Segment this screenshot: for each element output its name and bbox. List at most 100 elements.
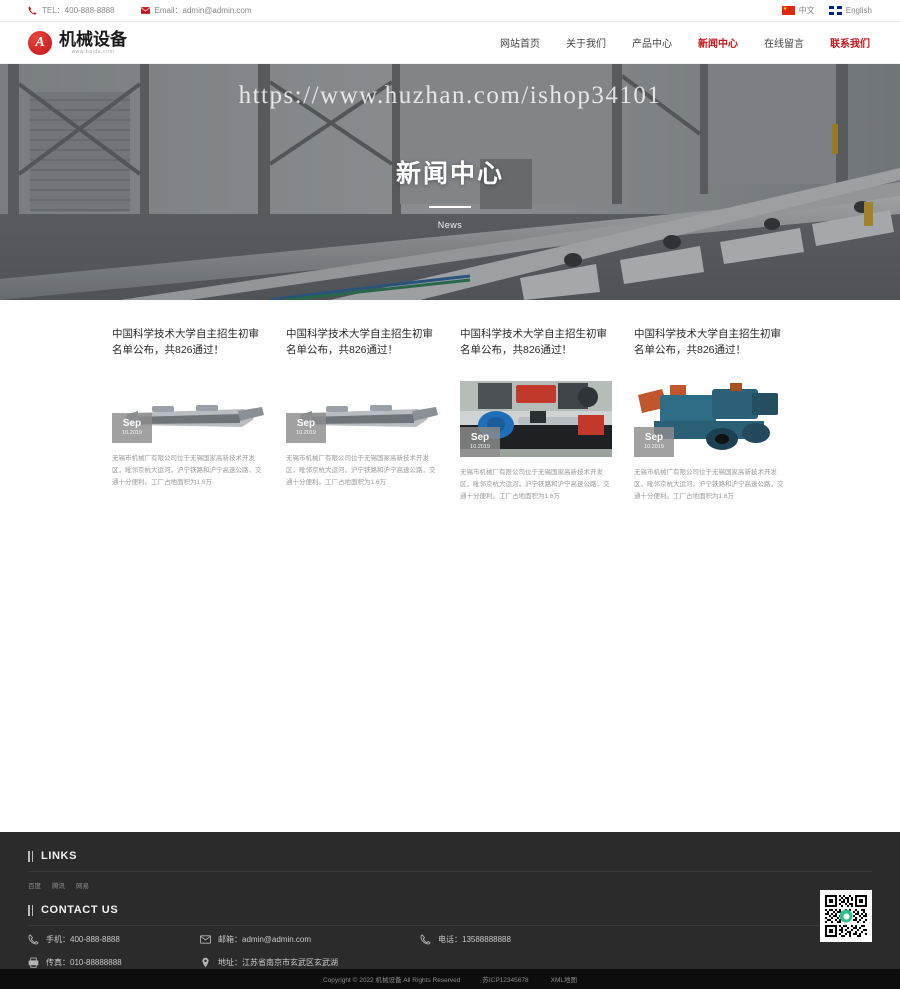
uk-flag-icon	[828, 6, 842, 15]
contact-address: 地址：江苏省南京市玄武区玄武湖	[200, 957, 420, 968]
news-card[interactable]: 中国科学技术大学自主招生初审名单公布，共826通过！ Sep 10.2019 无…	[286, 326, 438, 503]
top-bar: TEL：400-888-8888 Email：admin@admin.com 中…	[0, 0, 900, 22]
topbar-tel-text: TEL：400-888-8888	[42, 6, 115, 15]
footer-link-baidu[interactable]: 百度	[28, 880, 41, 890]
footer-divider	[28, 925, 872, 926]
china-flag-icon	[781, 5, 795, 15]
page-root: TEL：400-888-8888 Email：admin@admin.com 中…	[0, 0, 900, 989]
footer-links-heading-label: LINKS	[41, 850, 77, 862]
footer-contact-heading: CONTACT US	[28, 904, 872, 916]
location-icon	[200, 957, 211, 968]
nav-item-contact[interactable]: 联系我们	[828, 32, 872, 53]
nav-item-news[interactable]: 新闻中心	[696, 32, 740, 53]
heading-bars-icon	[28, 850, 34, 862]
logo-letter: A	[35, 34, 45, 50]
contact-fax-label: 传真：010-88888888	[46, 958, 122, 967]
news-description: 无锡市机械厂有限公司位于无锡国家高新技术开发区，毗邻京杭大运河，沪宁铁路和沪宁高…	[634, 468, 784, 500]
xml-sitemap-link[interactable]: XML地图	[551, 974, 577, 984]
hero-divider	[429, 206, 471, 208]
hero-text-block: 新闻中心 News	[0, 154, 900, 230]
footer-divider	[28, 871, 872, 872]
site-logo[interactable]: A 机械设备 www.baidu.com	[28, 30, 127, 55]
news-description: 无锡市机械厂有限公司位于无锡国家高新技术开发区，毗邻京杭大运河，沪宁铁路和沪宁高…	[112, 454, 262, 486]
contact-email-label: 邮箱：admin@admin.com	[218, 935, 312, 944]
site-header: A 机械设备 www.baidu.com 网站首页 关于我们 产品中心 新闻中心…	[0, 22, 900, 64]
lang-chinese-label: 中文	[798, 6, 815, 15]
news-title[interactable]: 中国科学技术大学自主招生初审名单公布，共826通过！	[634, 326, 786, 359]
news-list: 中国科学技术大学自主招生初审名单公布，共826通过！ Sep 10.2019 无…	[112, 326, 788, 503]
contact-telephone: 电话：13588888888	[420, 934, 872, 945]
footer-links-list: 百度 腾讯 网易	[28, 880, 872, 890]
icp-license[interactable]: 苏ICP12345678	[482, 974, 528, 984]
fax-icon	[28, 957, 39, 968]
news-date-month: Sep	[644, 431, 664, 443]
contact-telephone-label: 电话：13588888888	[438, 935, 511, 944]
footer-contact-grid: 手机：400-888-8888 邮箱：admin@admin.com 电话：13…	[28, 934, 872, 968]
qr-inner	[823, 893, 869, 939]
footer-link-netease[interactable]: 网易	[76, 880, 89, 890]
contact-email: 邮箱：admin@admin.com	[200, 934, 420, 945]
main-content: 中国科学技术大学自主招生初审名单公布，共826通过！ Sep 10.2019 无…	[0, 300, 900, 503]
top-bar-contact-group: TEL：400-888-8888 Email：admin@admin.com	[28, 5, 252, 16]
hero-watermark: https://www.huzhan.com/ishop34101	[238, 82, 662, 109]
mail-icon	[200, 934, 212, 945]
news-card[interactable]: 中国科学技术大学自主招生初审名单公布，共826通过！ Sep 10.2019 无…	[112, 326, 264, 503]
lang-english-label: English	[845, 6, 872, 15]
news-card[interactable]: 中国科学技术大学自主招生初审名单公布，共826通过！ Sep 10.2019 无…	[460, 326, 612, 503]
qr-code	[820, 890, 872, 942]
news-title[interactable]: 中国科学技术大学自主招生初审名单公布，共826通过！	[112, 326, 264, 359]
language-switcher: 中文 English	[781, 5, 872, 16]
contact-address-label: 地址：江苏省南京市玄武区玄武湖	[218, 958, 338, 967]
news-date-badge: Sep 10.2019	[634, 426, 674, 457]
phone-icon	[28, 6, 37, 15]
nav-item-home[interactable]: 网站首页	[498, 32, 542, 53]
news-description: 无锡市机械厂有限公司位于无锡国家高新技术开发区，毗邻京杭大运河，沪宁铁路和沪宁高…	[460, 468, 610, 500]
heading-bars-icon	[28, 904, 34, 916]
site-footer: LINKS 百度 腾讯 网易 CONTACT US 手机：400-888-888…	[0, 832, 900, 989]
contact-mobile-label: 手机：400-888-8888	[46, 935, 120, 944]
news-date-badge: Sep 10.2019	[460, 426, 500, 457]
nav-item-products[interactable]: 产品中心	[630, 32, 674, 53]
news-date-year: 10.2019	[122, 429, 142, 436]
footer-inner: LINKS 百度 腾讯 网易 CONTACT US 手机：400-888-888…	[0, 832, 900, 989]
nav-item-about[interactable]: 关于我们	[564, 32, 608, 53]
news-thumbnail[interactable]: Sep 10.2019	[634, 380, 786, 457]
logo-website-url: www.baidu.com	[71, 48, 115, 55]
mail-icon	[140, 6, 150, 15]
news-title[interactable]: 中国科学技术大学自主招生初审名单公布，共826通过！	[286, 326, 438, 359]
contact-fax: 传真：010-88888888	[28, 957, 200, 968]
logo-mark-icon: A	[28, 30, 52, 55]
news-thumbnail[interactable]: Sep 10.2019	[286, 390, 438, 443]
footer-links-heading: LINKS	[28, 850, 872, 862]
news-thumbnail[interactable]: Sep 10.2019	[460, 380, 612, 457]
contact-mobile: 手机：400-888-8888	[28, 934, 200, 945]
phone-icon	[28, 934, 39, 945]
news-date-month: Sep	[122, 417, 142, 429]
news-thumbnail[interactable]: Sep 10.2019	[112, 390, 264, 443]
news-card[interactable]: 中国科学技术大学自主招生初审名单公布，共826通过！ Sep 10.2019 无…	[634, 326, 786, 503]
lang-option-chinese[interactable]: 中文	[781, 5, 815, 16]
news-date-month: Sep	[470, 431, 490, 443]
copyright-bar: Copyright © 2022 机械设备 All Rights Reserve…	[0, 969, 900, 989]
hero-title: 新闻中心	[395, 160, 504, 188]
hero-subtitle: News	[437, 220, 463, 230]
news-title[interactable]: 中国科学技术大学自主招生初审名单公布，共826通过！	[460, 326, 612, 359]
topbar-email: Email：admin@admin.com	[140, 5, 252, 16]
telephone-icon	[420, 934, 431, 945]
footer-link-tencent[interactable]: 腾讯	[52, 880, 65, 890]
nav-item-message[interactable]: 在线留言	[762, 32, 806, 53]
hero-banner: https://www.huzhan.com/ishop34101 新闻中心 N…	[0, 64, 900, 300]
news-date-year: 10.2019	[644, 443, 664, 450]
wechat-logo-icon	[839, 909, 853, 923]
news-date-badge: Sep 10.2019	[286, 412, 326, 443]
news-date-badge: Sep 10.2019	[112, 412, 152, 443]
lang-option-english[interactable]: English	[828, 6, 872, 15]
topbar-email-text: Email：admin@admin.com	[154, 6, 252, 15]
news-date-year: 10.2019	[470, 443, 490, 450]
copyright-text: Copyright © 2022 机械设备 All Rights Reserve…	[322, 977, 461, 984]
news-description: 无锡市机械厂有限公司位于无锡国家高新技术开发区，毗邻京杭大运河，沪宁铁路和沪宁高…	[286, 454, 436, 486]
topbar-tel: TEL：400-888-8888	[28, 5, 115, 16]
logo-text-block: 机械设备 www.baidu.com	[59, 31, 127, 55]
main-navigation: 网站首页 关于我们 产品中心 新闻中心 在线留言 联系我们	[498, 32, 872, 53]
footer-contact-heading-label: CONTACT US	[41, 904, 119, 916]
